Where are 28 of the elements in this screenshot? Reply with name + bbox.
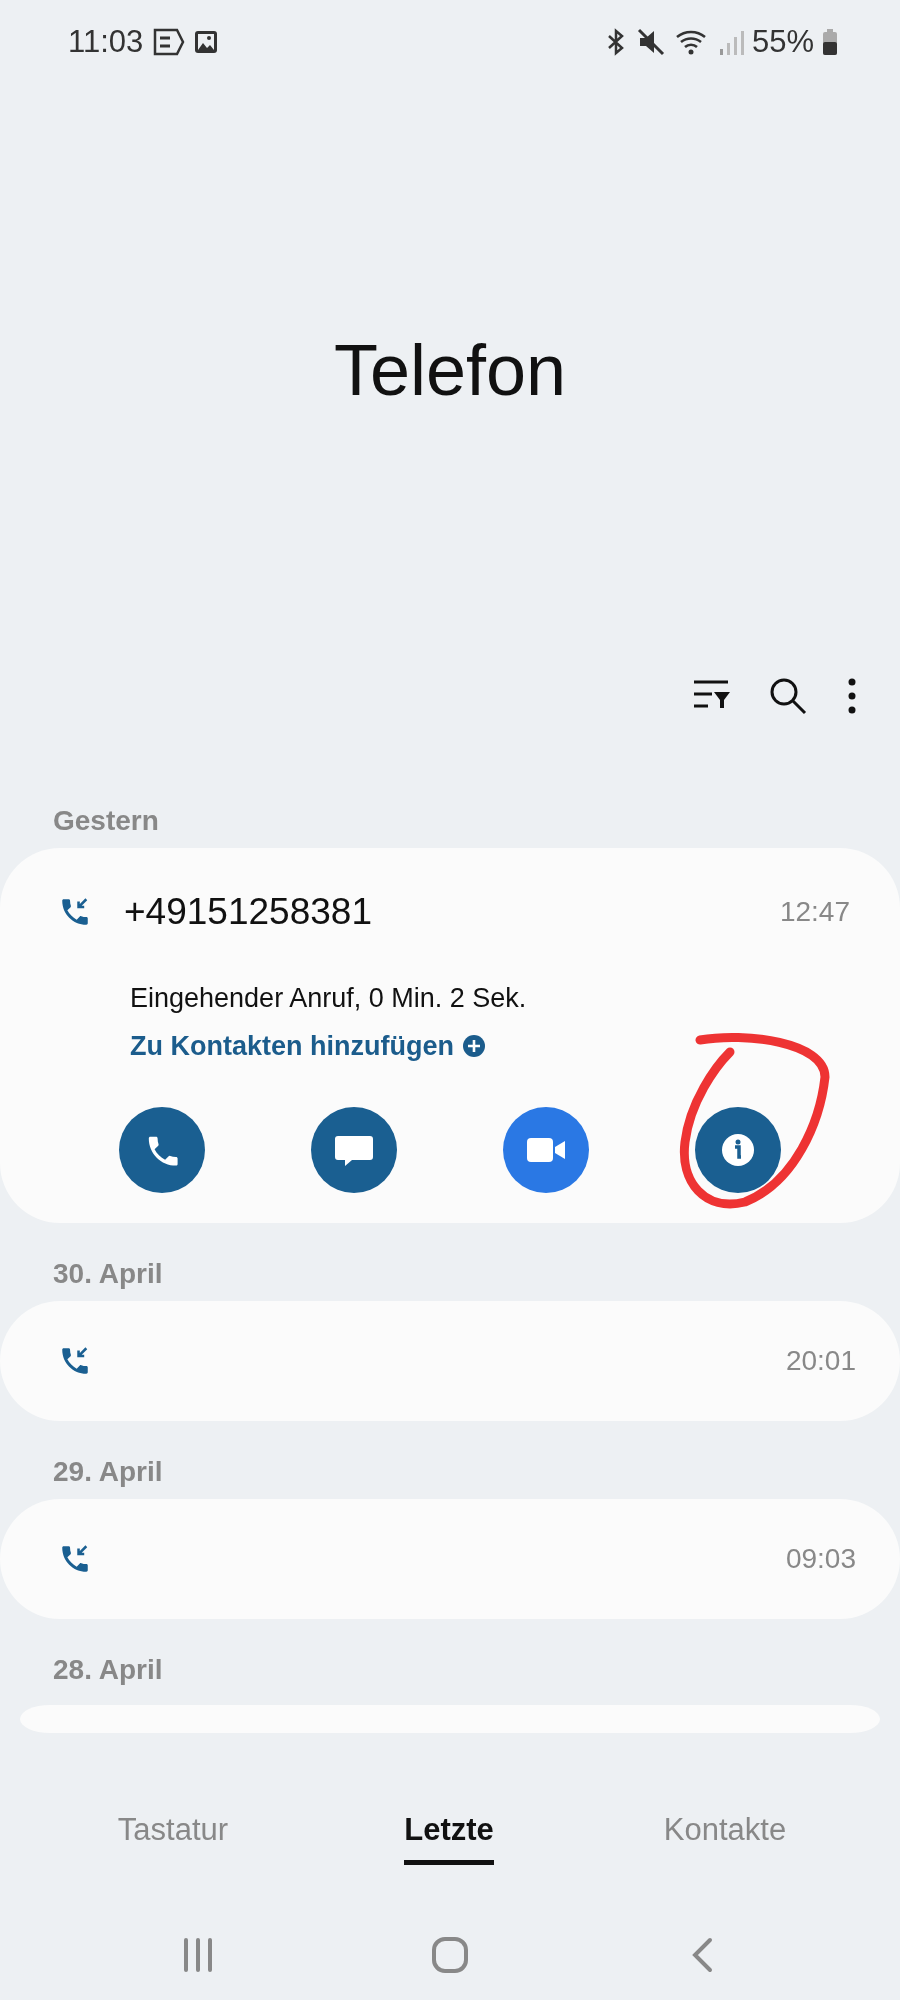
call-time: 09:03 (785, 1541, 856, 1576)
date-header: 29. April (52, 1454, 164, 1489)
page-title: Telefon (333, 330, 567, 410)
phone-number: +49151258381 (123, 890, 373, 934)
tab[interactable]: Kontakte (663, 1807, 787, 1865)
search-button[interactable] (768, 676, 808, 716)
call-card[interactable]: 20:01 (0, 1300, 900, 1421)
call-time: 20:01 (785, 1343, 856, 1378)
call-time: 12:47 (779, 894, 850, 929)
tab[interactable]: Tastatur (117, 1807, 229, 1865)
date-header: 28. April (52, 1652, 164, 1687)
plus-icon (461, 1034, 486, 1059)
badge-icon (151, 27, 186, 57)
tab[interactable]: Letzte (404, 1807, 494, 1865)
date-header: 30. April (52, 1256, 164, 1291)
mute-icon (635, 27, 666, 57)
battery-icon (822, 27, 838, 57)
info-button[interactable] (695, 1106, 781, 1193)
clock: 11:03 (68, 22, 144, 61)
date-header: Gestern (52, 804, 160, 838)
image-icon (193, 29, 220, 55)
call-card[interactable]: 09:03 (0, 1498, 900, 1619)
home-button[interactable] (431, 1935, 469, 1974)
call-card[interactable]: +49151258381 12:47 Eingehender Anruf, 0 Min. 2 Sek. Zu Kontakten hinzufügen (0, 848, 900, 1223)
back-button[interactable] (690, 1936, 714, 1973)
add-to-contacts-link[interactable]: Zu Kontakten hinzufügen (130, 1026, 486, 1067)
battery-percentage: 55% (751, 22, 814, 61)
call-details: Eingehender Anruf, 0 Min. 2 Sek. (130, 981, 528, 1015)
